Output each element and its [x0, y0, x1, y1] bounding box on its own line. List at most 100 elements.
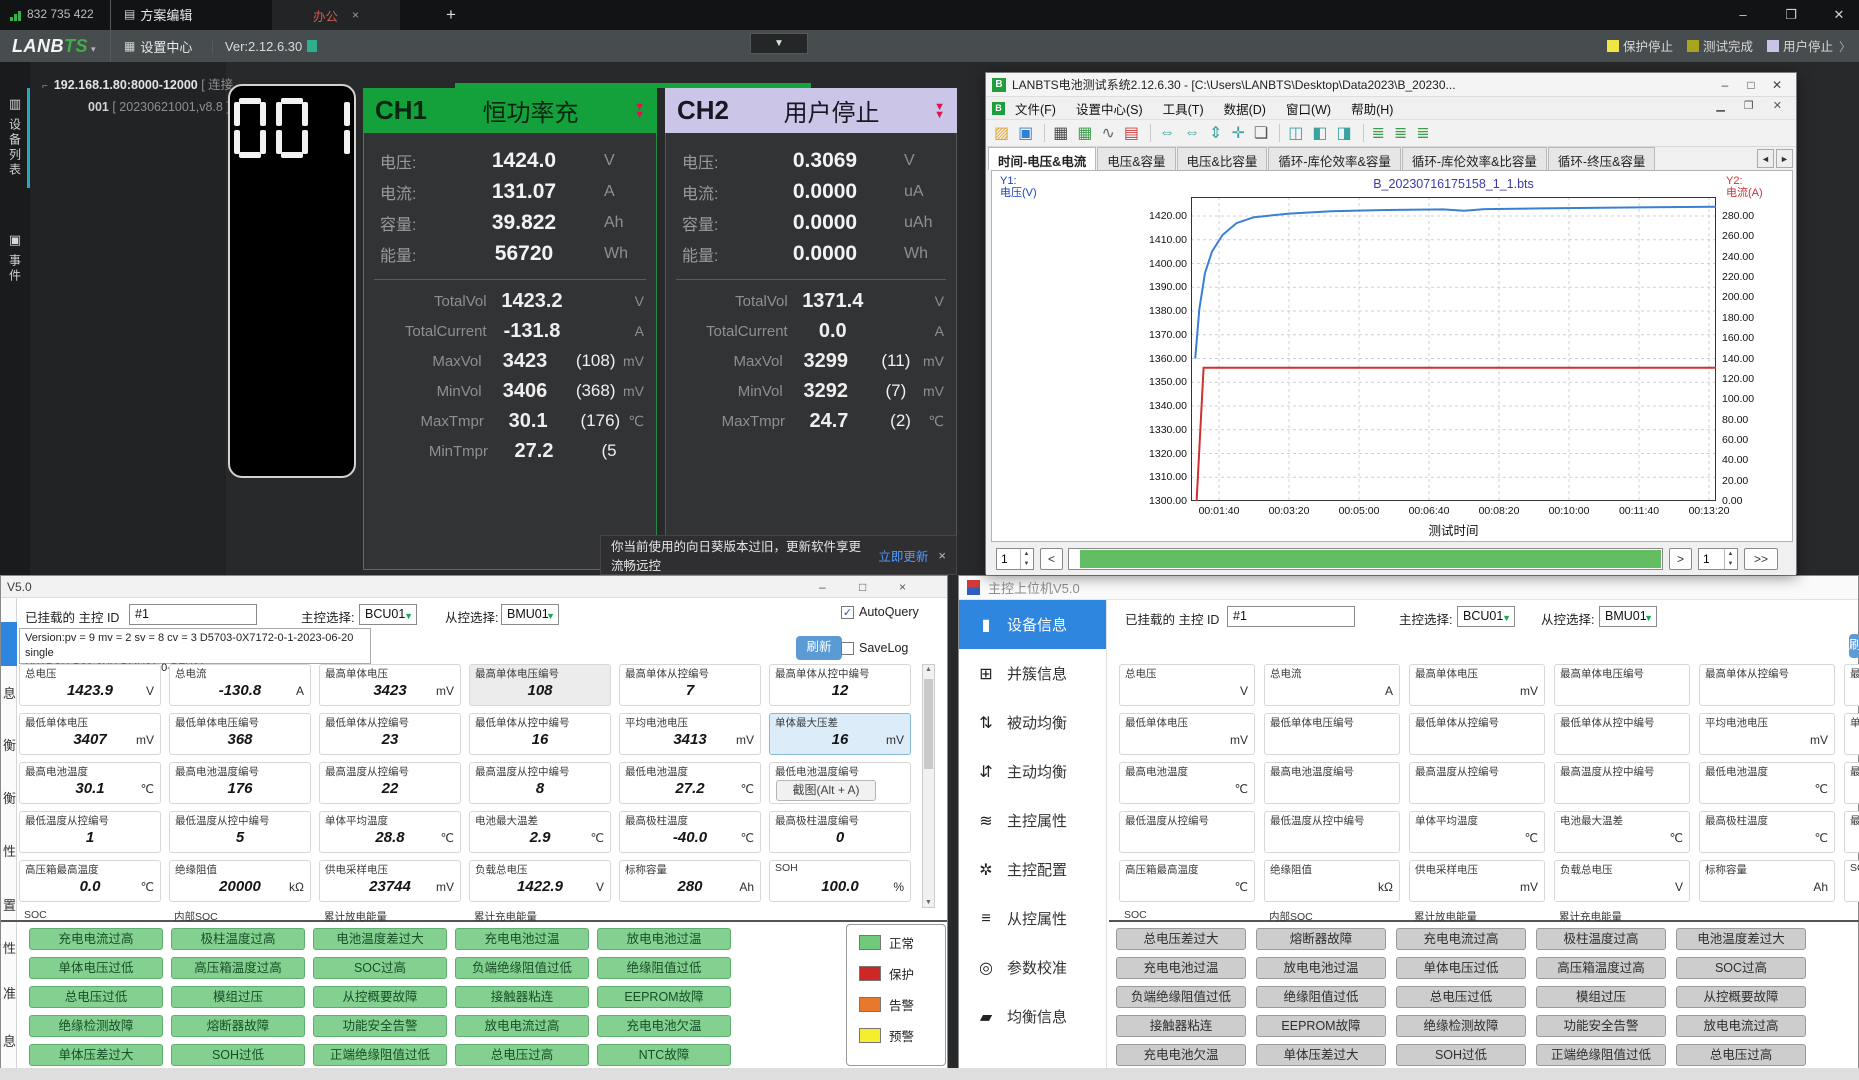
status-button-充电电池欠温[interactable]: 充电电池欠温: [1116, 1044, 1246, 1066]
browser-tab[interactable]: 办公 ×: [272, 0, 400, 30]
status-button-充电电池欠温[interactable]: 充电电池欠温: [597, 1015, 731, 1037]
frame-icon[interactable]: ❏: [1254, 123, 1268, 143]
status-button-负端绝缘阻值过低[interactable]: 负端绝缘阻值过低: [455, 957, 589, 979]
mdi-child-controls[interactable]: ▁ ❐ ✕: [1716, 99, 1790, 112]
status-button-放电电池过温[interactable]: 放电电池过温: [1256, 957, 1386, 979]
status-button-正端绝缘阻值过低[interactable]: 正端绝缘阻值过低: [1536, 1044, 1666, 1066]
dual-view-icon[interactable]: ◫: [1288, 123, 1303, 143]
line-plot[interactable]: [1191, 197, 1716, 501]
page-last-button[interactable]: >>: [1744, 548, 1778, 570]
export-table-icon[interactable]: ▦: [1077, 123, 1092, 143]
status-button-单体电压过低[interactable]: 单体电压过低: [29, 957, 163, 979]
collapse-panel-button[interactable]: ▼: [750, 33, 808, 54]
channel-dropdown-icon[interactable]: ▼▼: [634, 103, 645, 119]
window-maximize-button[interactable]: ❐: [1771, 0, 1811, 30]
status-button-EEPROM故障[interactable]: EEPROM故障: [597, 986, 731, 1008]
status-button-接触器粘连[interactable]: 接触器粘连: [1116, 1015, 1246, 1037]
chart-menu-数据(D)[interactable]: 数据(D): [1224, 99, 1266, 118]
chart-minimize-button[interactable]: –: [1712, 78, 1738, 92]
nav-item-被动均衡[interactable]: ⇅被动均衡: [959, 698, 1106, 747]
chart-tab-电压&容量[interactable]: 电压&容量: [1097, 147, 1175, 170]
status-button-正端绝缘阻值过低[interactable]: 正端绝缘阻值过低: [313, 1044, 447, 1066]
status-button-极柱温度过高[interactable]: 极柱温度过高: [171, 928, 305, 950]
export-grid-icon[interactable]: ▦: [1053, 123, 1068, 143]
status-button-绝缘检测故障[interactable]: 绝缘检测故障: [1396, 1015, 1526, 1037]
status-button-总电压过低[interactable]: 总电压过低: [1396, 986, 1526, 1008]
rw-master-select[interactable]: BCU01▼: [1457, 606, 1515, 627]
status-button-模组过压[interactable]: 模组过压: [171, 986, 305, 1008]
status-button-充电电流过高[interactable]: 充电电流过高: [29, 928, 163, 950]
fields-scrollbar[interactable]: ▲▼: [922, 664, 935, 908]
list-view-icon[interactable]: ≣: [1372, 123, 1385, 143]
compress-x-icon[interactable]: ⇔: [1184, 124, 1200, 142]
chart-menu-设置中心(S)[interactable]: 设置中心(S): [1076, 99, 1143, 118]
detail-view-icon[interactable]: ≣: [1394, 123, 1407, 143]
channel-header-CH2[interactable]: CH2用户停止▼▼: [665, 88, 957, 133]
status-button-SOH过低[interactable]: SOH过低: [1396, 1044, 1526, 1066]
status-button-充电电池过温[interactable]: 充电电池过温: [455, 928, 589, 950]
status-button-模组过压[interactable]: 模组过压: [1536, 986, 1666, 1008]
status-button-EEPROM故障[interactable]: EEPROM故障: [1256, 1015, 1386, 1037]
left-window-close[interactable]: ×: [899, 580, 906, 594]
curve-style-icon[interactable]: ∿: [1102, 123, 1115, 143]
partial-nav-char[interactable]: 息: [1, 1031, 16, 1050]
nav-item-参数校准[interactable]: ◎参数校准: [959, 943, 1106, 992]
toast-update-link[interactable]: 立即更新: [878, 546, 928, 565]
chart-menu-工具(T)[interactable]: 工具(T): [1163, 99, 1204, 118]
page-spinner-left[interactable]: 1▲▼: [996, 548, 1034, 570]
status-button-绝缘检测故障[interactable]: 绝缘检测故障: [29, 1015, 163, 1037]
partial-nav-char[interactable]: 衡: [1, 735, 16, 754]
chart-close-button[interactable]: ✕: [1764, 78, 1790, 92]
status-button-负端绝缘阻值过低[interactable]: 负端绝缘阻值过低: [1116, 986, 1246, 1008]
left-view-icon[interactable]: ◧: [1312, 123, 1327, 143]
nav-item-主控配置[interactable]: ✲主控配置: [959, 845, 1106, 894]
status-button-充电电池过温[interactable]: 充电电池过温: [1116, 957, 1246, 979]
zoom-x-icon[interactable]: ⇔: [1159, 124, 1175, 142]
chart-tab-时间-电压&电流[interactable]: 时间-电压&电流: [988, 147, 1096, 170]
status-button-极柱温度过高[interactable]: 极柱温度过高: [1536, 928, 1666, 950]
open-file-icon[interactable]: ▨: [994, 123, 1009, 143]
tab-close-icon[interactable]: ×: [352, 8, 359, 22]
tree-collapse-icon[interactable]: ⌐: [42, 81, 48, 92]
nav-item-从控属性[interactable]: ≡从控属性: [959, 894, 1106, 943]
window-close-button[interactable]: ✕: [1819, 0, 1859, 30]
channel-header-CH1[interactable]: CH1恒功率充▼▼: [363, 88, 657, 133]
status-button-充电电流过高[interactable]: 充电电流过高: [1396, 928, 1526, 950]
chart-scrollbar[interactable]: [1068, 548, 1663, 570]
sidebar-tab-events[interactable]: ▣ 事件: [0, 232, 30, 289]
nav-item-并簇信息[interactable]: ⊞并簇信息: [959, 649, 1106, 698]
status-button-NTC故障[interactable]: NTC故障: [597, 1044, 731, 1066]
chart-tab-循环-库伦效率&比容量[interactable]: 循环-库伦效率&比容量: [1402, 147, 1547, 170]
status-button-电池温度差过大[interactable]: 电池温度差过大: [313, 928, 447, 950]
partial-active-nav[interactable]: [1, 622, 17, 666]
status-button-单体电压过低[interactable]: 单体电压过低: [1396, 957, 1526, 979]
rw-slave-select[interactable]: BMU01▼: [1599, 606, 1657, 627]
expand-icon[interactable]: ✛: [1231, 123, 1244, 143]
tree-node-device[interactable]: ⌐192.168.1.80:8000-12000 [ 连接: [42, 74, 233, 93]
menu-item-方案编辑[interactable]: ▤方案编辑: [110, 0, 212, 30]
status-button-总电压过低[interactable]: 总电压过低: [29, 986, 163, 1008]
status-button-SOC过高[interactable]: SOC过高: [1676, 957, 1806, 979]
status-button-电池温度差过大[interactable]: 电池温度差过大: [1676, 928, 1806, 950]
left-window-minimize[interactable]: –: [819, 580, 826, 594]
status-button-放电电流过高[interactable]: 放电电流过高: [455, 1015, 589, 1037]
autoquery-checkbox[interactable]: ✓AutoQuery: [841, 605, 919, 619]
slave-select[interactable]: BMU01▼: [501, 604, 559, 625]
partial-nav-char[interactable]: 衡: [1, 788, 16, 807]
window-minimize-button[interactable]: –: [1723, 0, 1763, 30]
mounted-id-input[interactable]: #1: [129, 604, 257, 625]
status-button-单体压差过大[interactable]: 单体压差过大: [1256, 1044, 1386, 1066]
nav-item-设备信息[interactable]: ▮设备信息: [959, 600, 1106, 649]
tree-node-channel[interactable]: 001 [ 20230621001,v8.8 ]: [88, 100, 230, 114]
chart-menu-文件(F)[interactable]: 文件(F): [1015, 99, 1056, 118]
status-button-总电压过高[interactable]: 总电压过高: [1676, 1044, 1806, 1066]
status-button-熔断器故障[interactable]: 熔断器故障: [1256, 928, 1386, 950]
chart-tab-电压&比容量[interactable]: 电压&比容量: [1177, 147, 1268, 170]
sidebar-tab-device-list[interactable]: ▥ 设备列表: [0, 96, 30, 183]
refresh-button[interactable]: 刷新: [796, 636, 842, 660]
status-button-单体压差过大[interactable]: 单体压差过大: [29, 1044, 163, 1066]
new-tab-button[interactable]: +: [440, 4, 462, 26]
page-spinner-right[interactable]: 1▲▼: [1698, 548, 1738, 570]
status-button-熔断器故障[interactable]: 熔断器故障: [171, 1015, 305, 1037]
status-button-放电电池过温[interactable]: 放电电池过温: [597, 928, 731, 950]
